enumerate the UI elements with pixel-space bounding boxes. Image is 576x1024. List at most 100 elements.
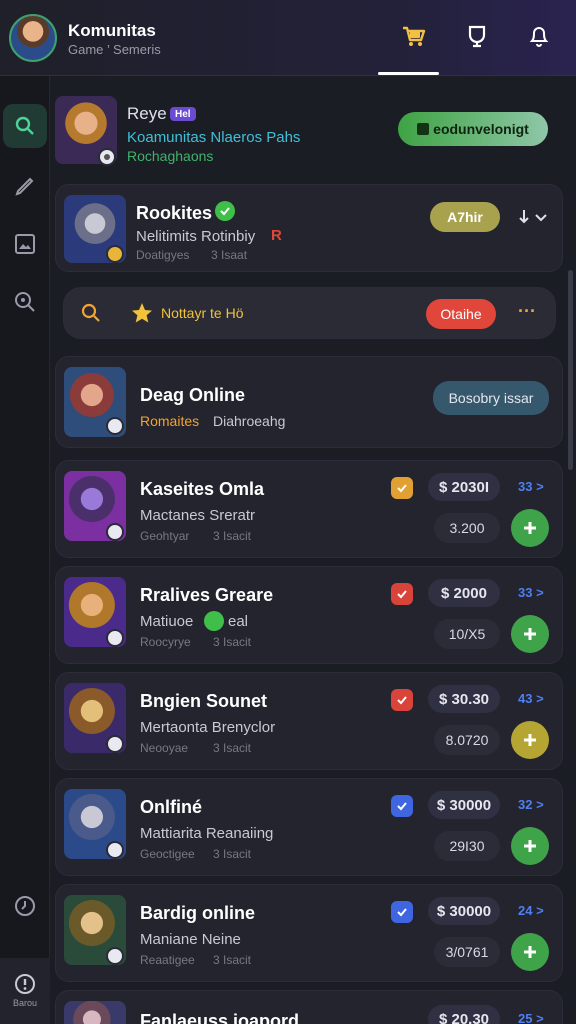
image-icon[interactable] [3, 222, 47, 266]
online-action-button[interactable]: Bosobry issar [433, 381, 549, 415]
item-line-b: eal [228, 613, 249, 630]
item-badge-icon [106, 629, 124, 647]
user-avatar[interactable] [9, 14, 57, 62]
active-tab-indicator [378, 72, 439, 75]
add-button[interactable] [511, 933, 549, 971]
item-price[interactable]: $ 20.30 [428, 1005, 500, 1024]
item-badge-icon [106, 947, 124, 965]
item-price[interactable]: $ 2000 [428, 579, 500, 607]
cart-icon[interactable] [397, 20, 429, 52]
item-price[interactable]: $ 2030I [428, 473, 500, 501]
item-card[interactable]: Rralives Greare Matiuoe eal Roocyrye 3 Isaci… [55, 566, 563, 664]
featured-line: Nelitimits Rotinbiy [136, 228, 256, 245]
trophy-icon[interactable] [461, 20, 493, 52]
item-tag-icon [391, 583, 413, 605]
item-count-link[interactable]: 24 > [518, 903, 544, 918]
main-content: Reye Hel Koamunitas Nlaeros Pahs Rochagh… [50, 76, 576, 1024]
sort-chevron-icon[interactable] [516, 205, 552, 229]
online-badge-icon [106, 417, 124, 435]
plus-icon [524, 946, 536, 958]
online-tag: Romaites [140, 413, 200, 429]
add-button[interactable] [511, 721, 549, 759]
item-card[interactable]: Onlfiné Mattiarita Reanaiing Geoctigee 3 Is… [55, 778, 563, 876]
clock-icon[interactable] [3, 884, 47, 928]
sidebar-bottom-label: Barou [12, 998, 38, 1008]
item-title: Kaseites Omla [140, 479, 265, 499]
item-tag-icon [391, 689, 413, 711]
item-meta-1: Geoctigee [140, 847, 195, 861]
item-card[interactable]: Bardig online Maniane Neine Reaatigee 3 Isa… [55, 884, 563, 982]
item-meta-2: 3 Isacit [213, 953, 252, 967]
item-card[interactable]: Bngien Sounet Mertaonta Brenyclor Neooyae 3… [55, 672, 563, 770]
featured-meta-2: 3 Isaat [211, 248, 248, 262]
item-tag-icon [391, 901, 413, 923]
star-icon [130, 301, 154, 330]
profile-row: Reye Hel Koamunitas Nlaeros Pahs Rochagh… [50, 76, 576, 176]
app-subtitle: Game ’ Semeris [68, 42, 161, 57]
plus-icon [524, 840, 536, 852]
item-meta-2: 3 Isacit [213, 847, 252, 861]
item-badge-icon [106, 841, 124, 859]
featured-meta-1: Doatigyes [136, 248, 190, 262]
online-card[interactable]: Deag Online Romaites Diahroeahg Bosobry … [55, 356, 563, 448]
item-meta-1: Geohtyar [140, 529, 190, 543]
profile-action-button[interactable]: eodunvelonigt [398, 112, 548, 146]
search-icon[interactable] [80, 302, 102, 329]
filter-label: Nottayr te Hö [161, 305, 244, 321]
item-count-link[interactable]: 33 > [518, 585, 544, 600]
search-icon[interactable] [3, 104, 47, 148]
sidebar: Barou [0, 76, 50, 1024]
item-title: Bardig online [140, 903, 256, 923]
app-title: Komunitas [68, 21, 156, 40]
plus-icon [524, 628, 536, 640]
item-sub-value: 3/0761 [434, 937, 500, 967]
top-bar: Komunitas Game ’ Semeris [0, 0, 576, 76]
item-price[interactable]: $ 30000 [428, 897, 500, 925]
item-line: Mattiarita Reanaiing [140, 825, 274, 842]
online-title: Deag Online [140, 385, 246, 405]
featured-tag: R [271, 227, 282, 244]
zoom-icon[interactable] [3, 280, 47, 324]
edit-icon[interactable] [3, 164, 47, 208]
item-sub-value: 8.0720 [434, 725, 500, 755]
item-meta-1: Reaatigee [140, 953, 195, 967]
item-card[interactable]: Fanlaeuss ioapord $ 20.30 25 > [55, 990, 563, 1024]
item-thumbnail [64, 1001, 126, 1024]
item-price[interactable]: $ 30.30 [428, 685, 500, 713]
item-title: Fanlaeuss ioapord [140, 1011, 300, 1024]
item-count-link[interactable]: 43 > [518, 691, 544, 706]
item-badge-icon [106, 523, 124, 541]
more-options-icon[interactable]: ··· [518, 301, 536, 322]
item-card[interactable]: Kaseites Omla Mactanes Sreratr Geohtyar 3 I… [55, 460, 563, 558]
item-title: Bngien Sounet [140, 691, 267, 711]
item-meta-2: 3 Isacit [213, 529, 252, 543]
add-button[interactable] [511, 827, 549, 865]
filter-bar[interactable]: Nottayr te Hö Otaihe ··· [63, 287, 556, 339]
add-button[interactable] [511, 615, 549, 653]
featured-card[interactable]: Rookites Nelitimits Rotinbiy R Doatigyes… [55, 184, 563, 272]
item-count-link[interactable]: 32 > [518, 797, 544, 812]
filter-button[interactable]: Otaihe [426, 299, 496, 329]
profile-action-label: eodunvelonigt [433, 121, 529, 137]
profile-line-2: Rochaghaons [127, 148, 214, 164]
bell-icon[interactable] [523, 20, 555, 52]
plus-icon [524, 734, 536, 746]
item-tag-icon [391, 477, 413, 499]
item-title: Onlfiné [140, 797, 202, 817]
item-count-link[interactable]: 25 > [518, 1011, 544, 1024]
item-price[interactable]: $ 30000 [428, 791, 500, 819]
item-line: Matiuoe [140, 613, 194, 630]
profile-name: Reye [127, 104, 167, 123]
item-sub-value: 29I30 [434, 831, 500, 861]
plus-icon [524, 522, 536, 534]
verified-icon [215, 201, 235, 221]
featured-pill[interactable]: A7hir [430, 202, 500, 232]
item-meta-1: Neooyae [140, 741, 189, 755]
add-button[interactable] [511, 509, 549, 547]
item-meta-2: 3 Isacit [213, 635, 252, 649]
item-title: Rralives Greare [140, 585, 274, 605]
profile-badge-icon [98, 148, 116, 166]
item-count-link[interactable]: 33 > [518, 479, 544, 494]
item-meta-1: Roocyrye [140, 635, 191, 649]
item-line: Maniane Neine [140, 931, 241, 948]
